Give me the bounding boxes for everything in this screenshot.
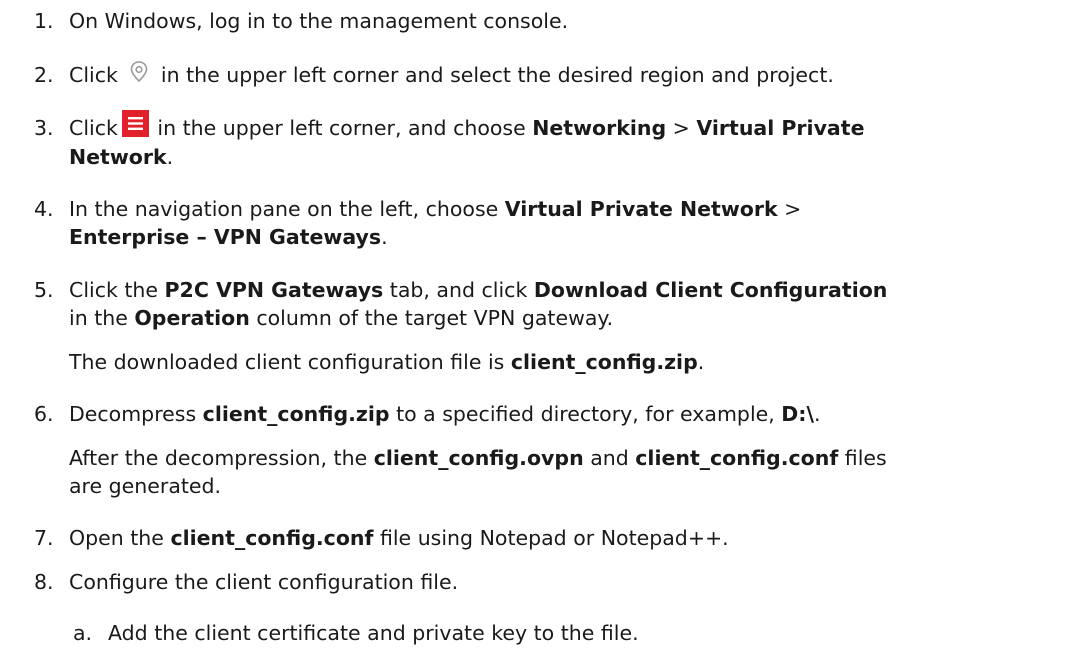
step-text: Click in the upper left corner, and choo… [69, 109, 1028, 171]
step-number: 2. [34, 63, 54, 87]
step-note: The downloaded client configuration file… [69, 350, 705, 374]
step-text: Configure the client configuration file. [69, 570, 459, 594]
step-number: 8. [34, 570, 54, 594]
step-text: Click the P2C VPN Gateways tab, and clic… [69, 276, 1028, 376]
step-number: 5. [34, 278, 54, 302]
step-text: Click in the upper left corner and selec… [69, 61, 1028, 90]
step-number: 7. [34, 526, 54, 550]
step-number: 4. [34, 197, 54, 221]
substep-text: Add the client certificate and private k… [108, 621, 639, 645]
step-note: After the decompression, the client_conf… [69, 446, 887, 498]
menu-icon [121, 109, 149, 137]
step-text: Decompress client_config.zip to a specif… [69, 400, 1028, 500]
location-pin-icon [124, 58, 154, 86]
procedure-document: 1. On Windows, log in to the management … [0, 0, 1068, 653]
step-number: 1. [34, 9, 54, 33]
step-text: On Windows, log in to the management con… [69, 9, 569, 33]
step-text: Open the client_config.conf file using N… [69, 526, 729, 550]
step-number: 3. [34, 116, 54, 140]
step-number: 6. [34, 402, 54, 426]
step-text: In the navigation pane on the left, choo… [69, 197, 802, 249]
substep-letter: a. [73, 621, 93, 645]
